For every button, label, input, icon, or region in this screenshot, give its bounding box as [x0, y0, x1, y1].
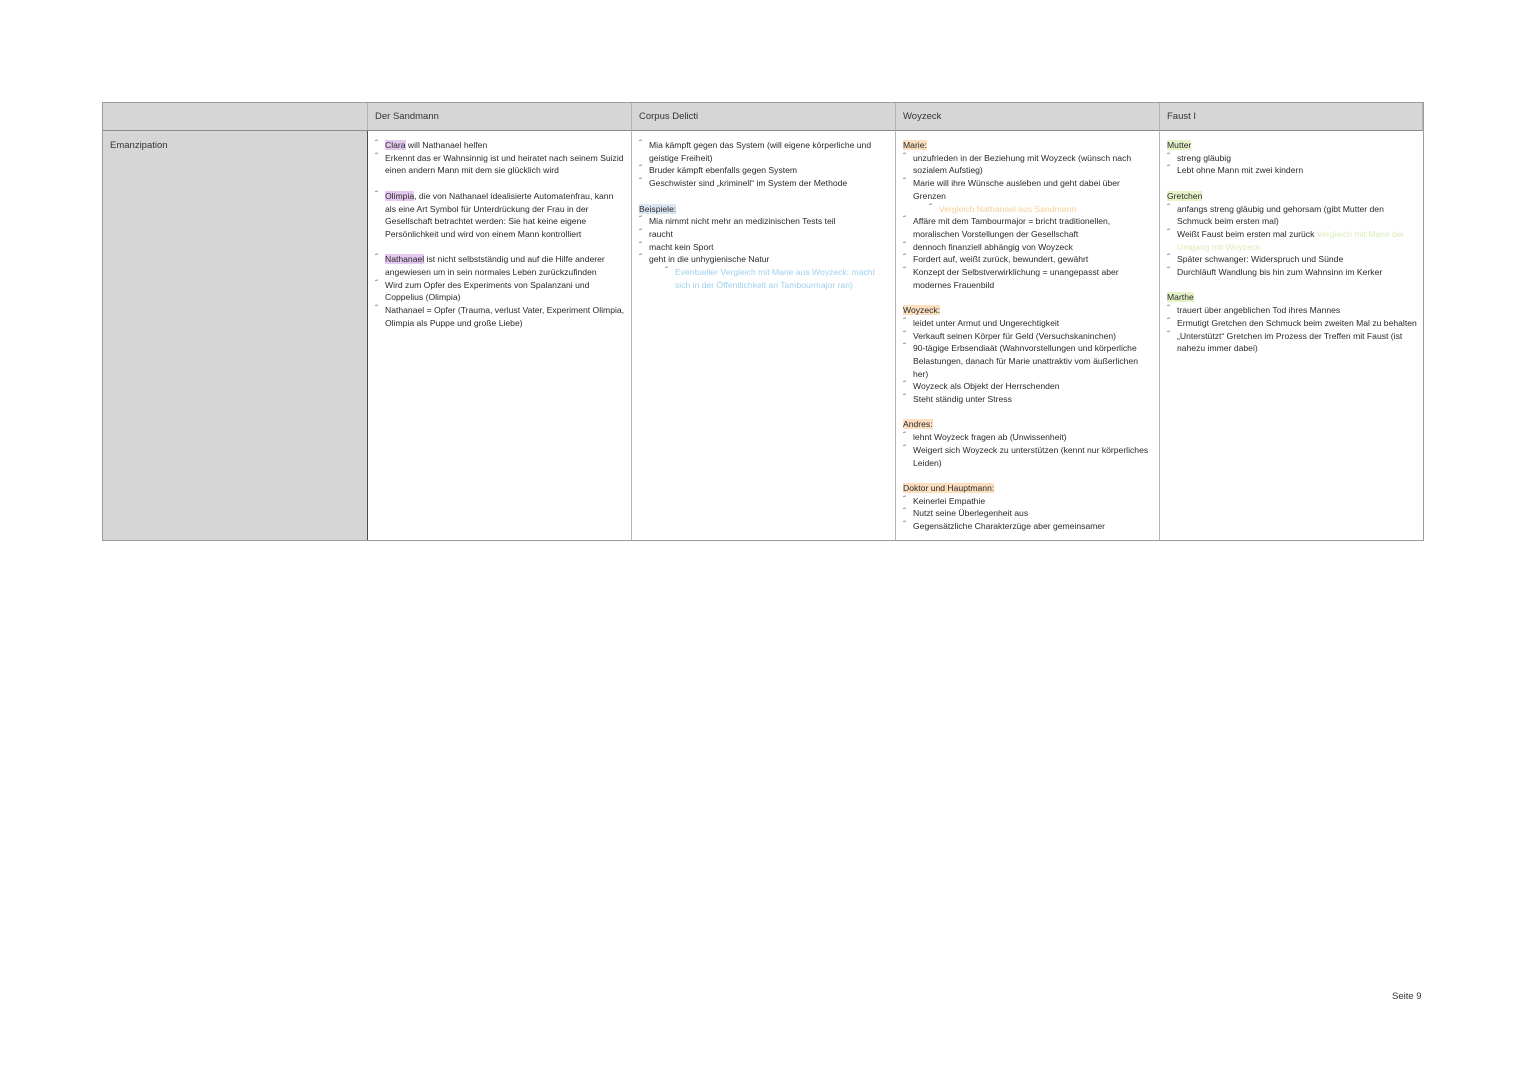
list-item: Mia nimmt nicht mehr an medizinischen Te…: [639, 214, 889, 228]
header-der-sandmann: Der Sandmann: [368, 103, 632, 131]
header-faust: Faust I: [1160, 103, 1423, 131]
gretchen-heading: Gretchen: [1167, 190, 1203, 201]
list-item: Weigert sich Woyzeck zu unterstützen (ke…: [903, 443, 1153, 469]
list-item: Steht ständig unter Stress: [903, 392, 1153, 406]
vergleich-note: Eventueller Vergleich mit Marie aus Woyz…: [639, 265, 889, 291]
list-item: Fordert auf, weißt zurück, bewundert, ge…: [903, 252, 1153, 266]
list-item: Marie will ihre Wünsche ausleben und geh…: [903, 176, 1153, 202]
row-label-emanzipation: Emanzipation: [103, 131, 368, 540]
list-item: Erkennt das er Wahnsinnig ist und heirat…: [375, 151, 625, 177]
list-item: Konzept der Selbstverwirklichung = unang…: [903, 265, 1153, 291]
highlight-olimpia: Olimpia: [385, 190, 415, 201]
beispiele-heading: Beispiele:: [639, 203, 677, 214]
list-item: Nathanael ist nicht selbstständig und au…: [375, 252, 625, 278]
woyzeck-heading: Woyzeck:: [903, 305, 941, 316]
list-item: 90-tägige Erbsendiaät (Wahnvorstellungen…: [903, 341, 1153, 380]
marie-vergleich-note: Vergleich Nathanael aus Sandmann: [903, 202, 1153, 216]
list-item: Nathanael = Opfer (Trauma, verlust Vater…: [375, 303, 625, 329]
olimpia-text: , die von Nathanael idealisierte Automat…: [385, 190, 614, 239]
cell-sandmann: Clara will Nathanael helfen Erkennt das …: [368, 131, 632, 540]
list-item: Lebt ohne Mann mit zwei kindern: [1167, 163, 1417, 177]
list-item: Verkauft seinen Körper für Geld (Versuch…: [903, 329, 1153, 343]
header-empty: [103, 103, 368, 131]
list-item: Weißt Faust beim ersten mal zurück Vergl…: [1167, 227, 1417, 253]
list-item: streng gläubig: [1167, 151, 1417, 165]
list-item: Clara will Nathanael helfen: [375, 138, 625, 152]
list-item: Durchläuft Wandlung bis hin zum Wahnsinn…: [1167, 265, 1417, 279]
header-corpus-delicti: Corpus Delicti: [632, 103, 896, 131]
andres-heading: Andres:: [903, 419, 933, 430]
list-item: Keinerlei Empathie: [903, 494, 1153, 508]
list-item: raucht: [639, 227, 889, 241]
comparison-table: Der Sandmann Corpus Delicti Woyzeck Faus…: [102, 102, 1424, 541]
list-item: Gegensätzliche Charakterzüge aber gemein…: [903, 519, 1153, 533]
mutter-heading: Mutter: [1167, 140, 1192, 150]
list-item: leidet unter Armut und Ungerechtigkeit: [903, 316, 1153, 330]
list-item: Woyzeck als Objekt der Herrschenden: [903, 379, 1153, 393]
page-number: Seite 9: [1392, 991, 1422, 1002]
list-item: anfangs streng gläubig und gehorsam (gib…: [1167, 201, 1417, 228]
cell-corpus-delicti: Mia kämpft gegen das System (will eigene…: [632, 131, 896, 540]
cell-faust: Mutter streng gläubig Lebt ohne Mann mit…: [1160, 131, 1423, 540]
highlight-clara: Clara: [385, 140, 406, 150]
doktor-hauptmann-heading: Doktor und Hauptmann:: [903, 482, 995, 493]
gretchen-text: Weißt Faust beim ersten mal zurück: [1177, 228, 1317, 239]
list-item: Wird zum Opfer des Experiments von Spala…: [375, 278, 625, 304]
list-item: Später schwanger: Widerspruch und Sünde: [1167, 252, 1417, 266]
list-item: „Unterstützt“ Gretchen im Prozess der Tr…: [1167, 328, 1417, 355]
list-item: Ermutigt Gretchen den Schmuck beim zweit…: [1167, 316, 1417, 330]
clara-text: will Nathanael helfen: [405, 140, 488, 150]
list-item: Geschwister sind „kriminell“ im System d…: [639, 176, 889, 190]
list-item: Nutzt seine Überlegenheit aus: [903, 506, 1153, 520]
highlight-nathanael: Nathanael: [385, 254, 425, 265]
list-item: trauert über angeblichen Tod ihres Manne…: [1167, 303, 1417, 317]
list-item: macht kein Sport: [639, 240, 889, 254]
cell-woyzeck: Marie: unzufrieden in der Beziehung mit …: [896, 131, 1160, 540]
marie-heading: Marie:: [903, 140, 927, 150]
list-item: Affäre mit dem Tambourmajor = bricht tra…: [903, 214, 1153, 240]
list-item: lehnt Woyzeck fragen ab (Unwissenheit): [903, 430, 1153, 444]
marthe-heading: Marthe: [1167, 292, 1194, 303]
list-item: unzufrieden in der Beziehung mit Woyzeck…: [903, 151, 1153, 177]
list-item: dennoch finanziell abhängig von Woyzeck: [903, 240, 1153, 254]
list-item: Olimpia, die von Nathanael idealisierte …: [375, 189, 625, 241]
list-item: Mia kämpft gegen das System (will eigene…: [639, 138, 889, 164]
list-item: geht in die unhygienische Natur: [639, 252, 889, 266]
header-woyzeck: Woyzeck: [896, 103, 1160, 131]
list-item: Bruder kämpft ebenfalls gegen System: [639, 163, 889, 177]
